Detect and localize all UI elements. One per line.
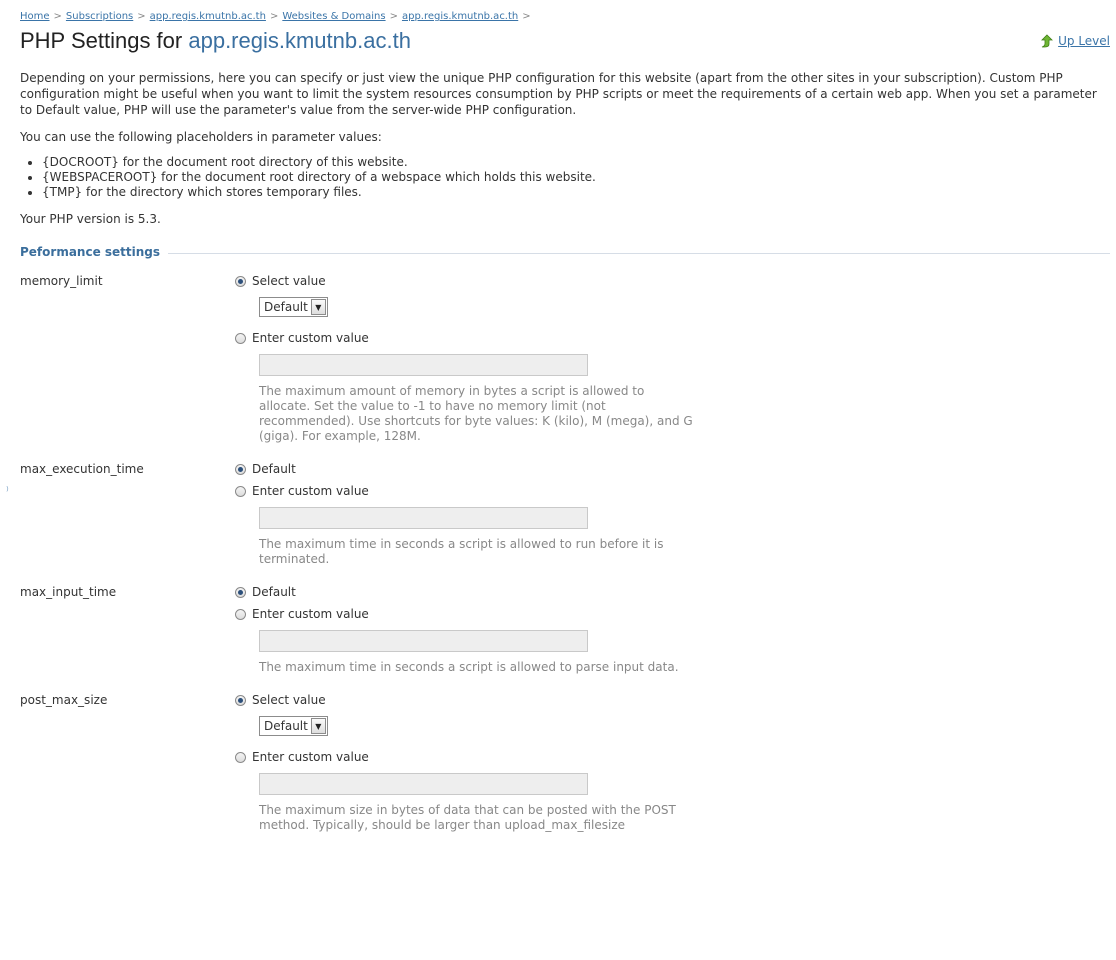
setting-options: Default Enter custom value The maximum t… [235,584,1110,675]
radio-select-value[interactable]: Select value [235,273,1110,289]
radio-label: Enter custom value [252,750,369,764]
max-input-time-custom-input[interactable] [259,630,588,652]
radio-default[interactable]: Default [235,461,1110,477]
list-item: {TMP} for the directory which stores tem… [42,185,1110,200]
list-item: {WEBSPACEROOT} for the document root dir… [42,170,1110,185]
breadcrumb-separator: > [269,11,279,22]
radio-button[interactable] [235,694,246,706]
list-item: {DOCROOT} for the document root director… [42,155,1110,170]
breadcrumb-site[interactable]: app.regis.kmutnb.ac.th [402,11,518,22]
setting-post-max-size: post_max_size Select value Default ▼ Ent… [20,692,1110,833]
setting-options: Select value Default ▼ Enter custom valu… [235,692,1110,833]
main-content: Home > Subscriptions > app.regis.kmutnb.ac.t… [20,10,1110,833]
radio-button[interactable] [235,332,246,344]
radio-custom-value[interactable]: Enter custom value [235,606,1110,622]
placeholders-list: {DOCROOT} for the document root director… [20,155,1110,200]
memory-limit-select[interactable]: Default ▼ [259,297,328,317]
section-header: Peformance settings [20,245,1110,265]
placeholders-intro: You can use the following placeholders i… [20,130,382,144]
page-title-prefix: PHP Settings for [20,28,183,53]
radio-custom-value[interactable]: Enter custom value [235,749,1110,765]
radio-button[interactable] [235,463,246,475]
section-divider [20,253,1110,254]
breadcrumb-subscription[interactable]: app.regis.kmutnb.ac.th [150,11,266,22]
title-row: PHP Settings for app.regis.kmutnb.ac.th … [20,24,1110,58]
post-max-size-custom-input[interactable] [259,773,588,795]
intro-description: Depending on your permissions, here you … [20,71,1097,117]
breadcrumb-separator: > [137,11,146,22]
radio-label: Enter custom value [252,484,369,498]
post-max-size-select[interactable]: Default ▼ [259,716,328,736]
chevron-down-icon[interactable]: ▼ [310,299,326,315]
up-level-icon [1040,34,1054,48]
setting-label: max_input_time [20,585,117,599]
setting-options: Default Enter custom value The maximum t… [235,461,1110,567]
radio-button[interactable] [235,485,246,497]
breadcrumb: Home > Subscriptions > app.regis.kmutnb.ac.t… [20,10,1110,24]
breadcrumb-subscriptions[interactable]: Subscriptions [66,11,133,22]
php-version: Your PHP version is 5.3. [20,212,161,226]
radio-custom-value[interactable]: Enter custom value [235,330,1110,346]
up-level-link[interactable]: Up Level [1040,34,1110,48]
select-value: Default [264,300,308,314]
setting-max-execution-time: max_execution_time Default Enter custom … [20,461,1110,567]
breadcrumb-separator: > [53,11,62,22]
chevron-down-icon[interactable]: ▼ [310,718,326,734]
up-level-label: Up Level [1058,34,1110,48]
radio-label: Enter custom value [252,607,369,621]
page: ⁾ Home > Subscriptions > app.regis.kmutnb.ac… [0,0,1116,960]
setting-max-input-time: max_input_time Default Enter custom valu… [20,584,1110,675]
memory-limit-custom-input[interactable] [259,354,588,376]
setting-label: memory_limit [20,274,103,288]
setting-hint: The maximum time in seconds a script is … [259,660,679,674]
radio-custom-value[interactable]: Enter custom value [235,483,1110,499]
scroll-edge-mark: ⁾ [6,484,9,497]
setting-hint: The maximum amount of memory in bytes a … [259,384,693,443]
setting-hint: The maximum size in bytes of data that c… [259,803,676,832]
radio-button[interactable] [235,275,246,287]
radio-label: Enter custom value [252,331,369,345]
breadcrumb-websites-domains[interactable]: Websites & Domains [282,11,385,22]
radio-button[interactable] [235,586,246,598]
setting-memory-limit: memory_limit Select value Default ▼ Ente… [20,273,1110,444]
radio-label: Default [252,462,296,476]
setting-label: max_execution_time [20,462,144,476]
section-title: Peformance settings [20,245,169,259]
radio-label: Default [252,585,296,599]
breadcrumb-separator: > [389,11,398,22]
radio-button[interactable] [235,751,246,763]
radio-button[interactable] [235,608,246,620]
radio-default[interactable]: Default [235,584,1110,600]
breadcrumb-separator: > [522,11,531,22]
setting-options: Select value Default ▼ Enter custom valu… [235,273,1110,444]
breadcrumb-home[interactable]: Home [20,11,50,22]
radio-label: Select value [252,274,326,288]
select-value: Default [264,719,308,733]
max-execution-time-custom-input[interactable] [259,507,588,529]
radio-select-value[interactable]: Select value [235,692,1110,708]
page-title-site: app.regis.kmutnb.ac.th [188,28,411,53]
page-title: PHP Settings for app.regis.kmutnb.ac.th [20,27,411,55]
radio-label: Select value [252,693,326,707]
setting-label: post_max_size [20,693,108,707]
setting-hint: The maximum time in seconds a script is … [259,537,664,566]
